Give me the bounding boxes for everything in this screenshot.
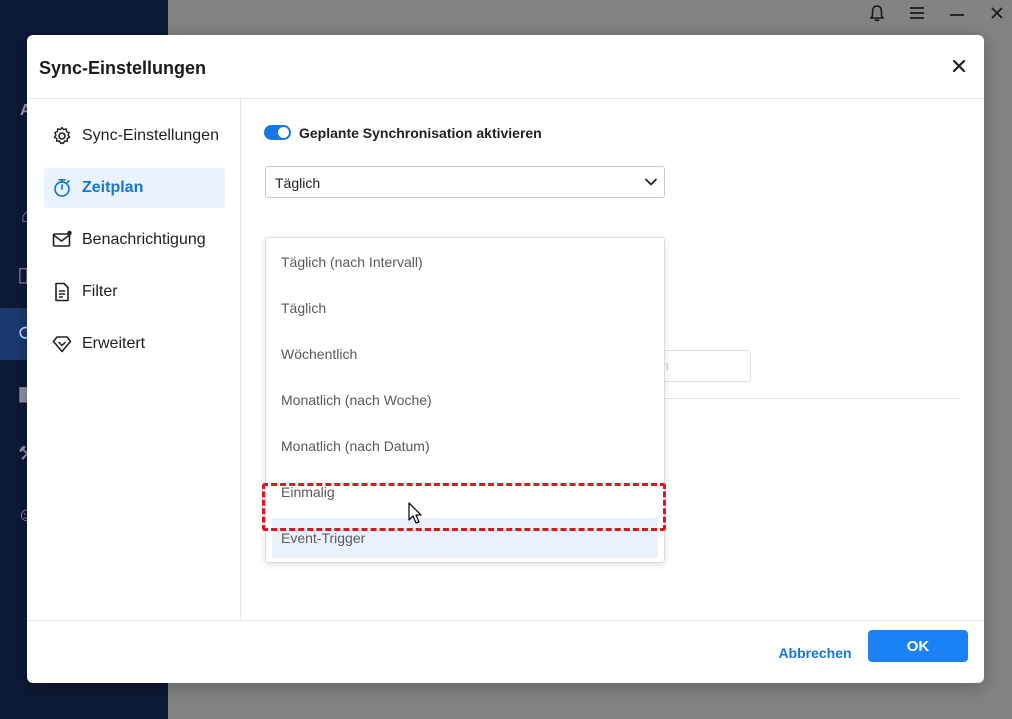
frequency-select-value: Täglich (275, 175, 321, 191)
sidebar-item-label: Filter (82, 283, 118, 300)
option-monthly-date[interactable]: Monatlich (nach Datum) (272, 426, 658, 466)
option-label: Monatlich (nach Woche) (281, 392, 432, 408)
stopwatch-icon (54, 178, 70, 197)
dialog-header: Sync-Einstellungen (27, 35, 984, 99)
option-label: Monatlich (nach Datum) (281, 438, 430, 454)
option-monthly-week[interactable]: Monatlich (nach Woche) (272, 380, 658, 420)
option-weekly[interactable]: Wöchentlich (272, 334, 658, 374)
sync-settings-dialog: Sync-Einstellungen Sync-Einstellungen Ze… (27, 35, 984, 683)
schedule-toggle-label: Geplante Synchronisation aktivieren (299, 125, 542, 141)
close-icon[interactable] (985, 4, 1009, 28)
dialog-title: Sync-Einstellungen (39, 58, 207, 78)
sidebar-item-label: Zeitplan (82, 179, 144, 196)
option-label: Täglich (281, 300, 327, 316)
document-icon (55, 282, 69, 302)
mouse-cursor-icon (408, 502, 422, 524)
menu-icon[interactable] (905, 4, 929, 28)
toggle-knob (278, 127, 289, 138)
cancel-button[interactable]: Abbrechen (760, 638, 870, 668)
sidebar-item-advanced[interactable]: Erweitert (44, 324, 225, 364)
ok-button[interactable]: OK (868, 630, 968, 662)
sidebar-item-notification[interactable]: Benachrichtigung (44, 220, 225, 260)
option-label: Täglich (nach Intervall) (281, 254, 423, 270)
chevron-down-icon (645, 178, 657, 186)
sidebar-item-label: Benachrichtigung (82, 231, 206, 248)
sidebar-item-schedule[interactable]: Zeitplan (44, 168, 225, 208)
event-trigger-highlight (262, 483, 666, 531)
bell-icon[interactable] (865, 4, 889, 28)
sidebar-item-sync-settings[interactable]: Sync-Einstellungen (44, 116, 225, 156)
dialog-close-icon[interactable] (948, 55, 970, 77)
option-daily[interactable]: Täglich (272, 288, 658, 328)
option-daily-interval[interactable]: Täglich (nach Intervall) (272, 242, 658, 282)
gear-icon (53, 126, 71, 145)
sidebar-item-label: Erweitert (82, 335, 146, 352)
frequency-select[interactable]: Täglich (265, 166, 665, 198)
diamond-icon (52, 336, 72, 353)
sidebar-item-label: Sync-Einstellungen (82, 127, 219, 144)
dialog-sidebar: Sync-Einstellungen Zeitplan Benachrichti… (27, 99, 241, 619)
minimize-icon[interactable] (945, 4, 969, 28)
option-label: Event-Trigger (281, 530, 366, 546)
sidebar-item-filter[interactable]: Filter (44, 272, 225, 312)
option-label: Wöchentlich (281, 346, 358, 362)
schedule-toggle[interactable] (264, 125, 291, 140)
dialog-footer: Abbrechen OK (27, 620, 984, 683)
mail-icon (52, 230, 72, 247)
